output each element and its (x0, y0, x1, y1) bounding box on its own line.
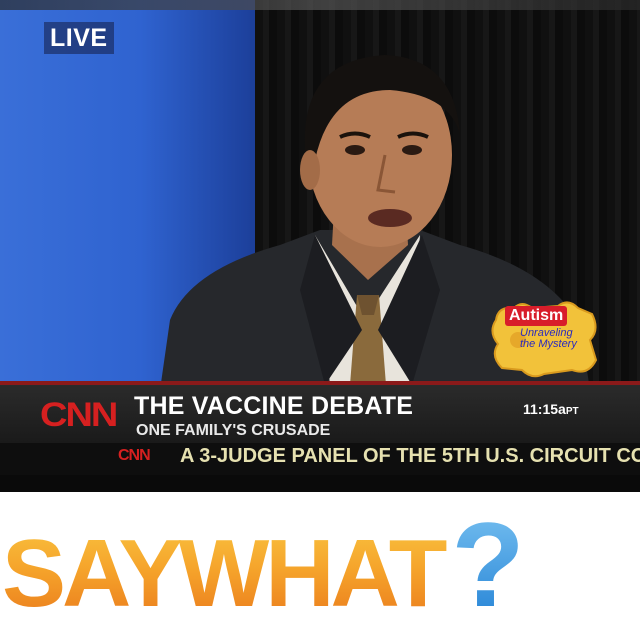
say-what-title: SAYWHAT? (2, 497, 526, 634)
cnn-logo: CNN (40, 396, 118, 434)
broadcast-time: 11:15aPT (523, 401, 579, 417)
autism-subtitle-line2: the Mystery (520, 338, 577, 350)
ticker-clip: CNN A 3-JUDGE PANEL OF THE 5TH U.S. CIRC… (0, 443, 640, 475)
top-ticker-strip (0, 0, 640, 10)
autism-title: Autism (505, 306, 568, 326)
question-mark-glyph: ? (451, 498, 520, 632)
ticker-cnn-logo: CNN (118, 447, 151, 464)
subheadline: ONE FAMILY'S CRUSADE (136, 422, 331, 439)
video-frame: LIVE Autism Unraveling the Mystery CNN T… (0, 0, 640, 492)
time-value: 11:15a (523, 401, 566, 417)
say-what-letters: SAYWHAT (2, 520, 447, 627)
say-what-text: SAYWHAT? (2, 498, 521, 632)
live-badge: LIVE (44, 22, 114, 54)
ticker-text: A 3-JUDGE PANEL OF THE 5TH U.S. CIRCUIT … (180, 445, 640, 467)
autism-subtitle: Unraveling the Mystery (520, 328, 600, 350)
headline: THE VACCINE DEBATE (134, 392, 414, 420)
time-zone: PT (565, 406, 579, 417)
